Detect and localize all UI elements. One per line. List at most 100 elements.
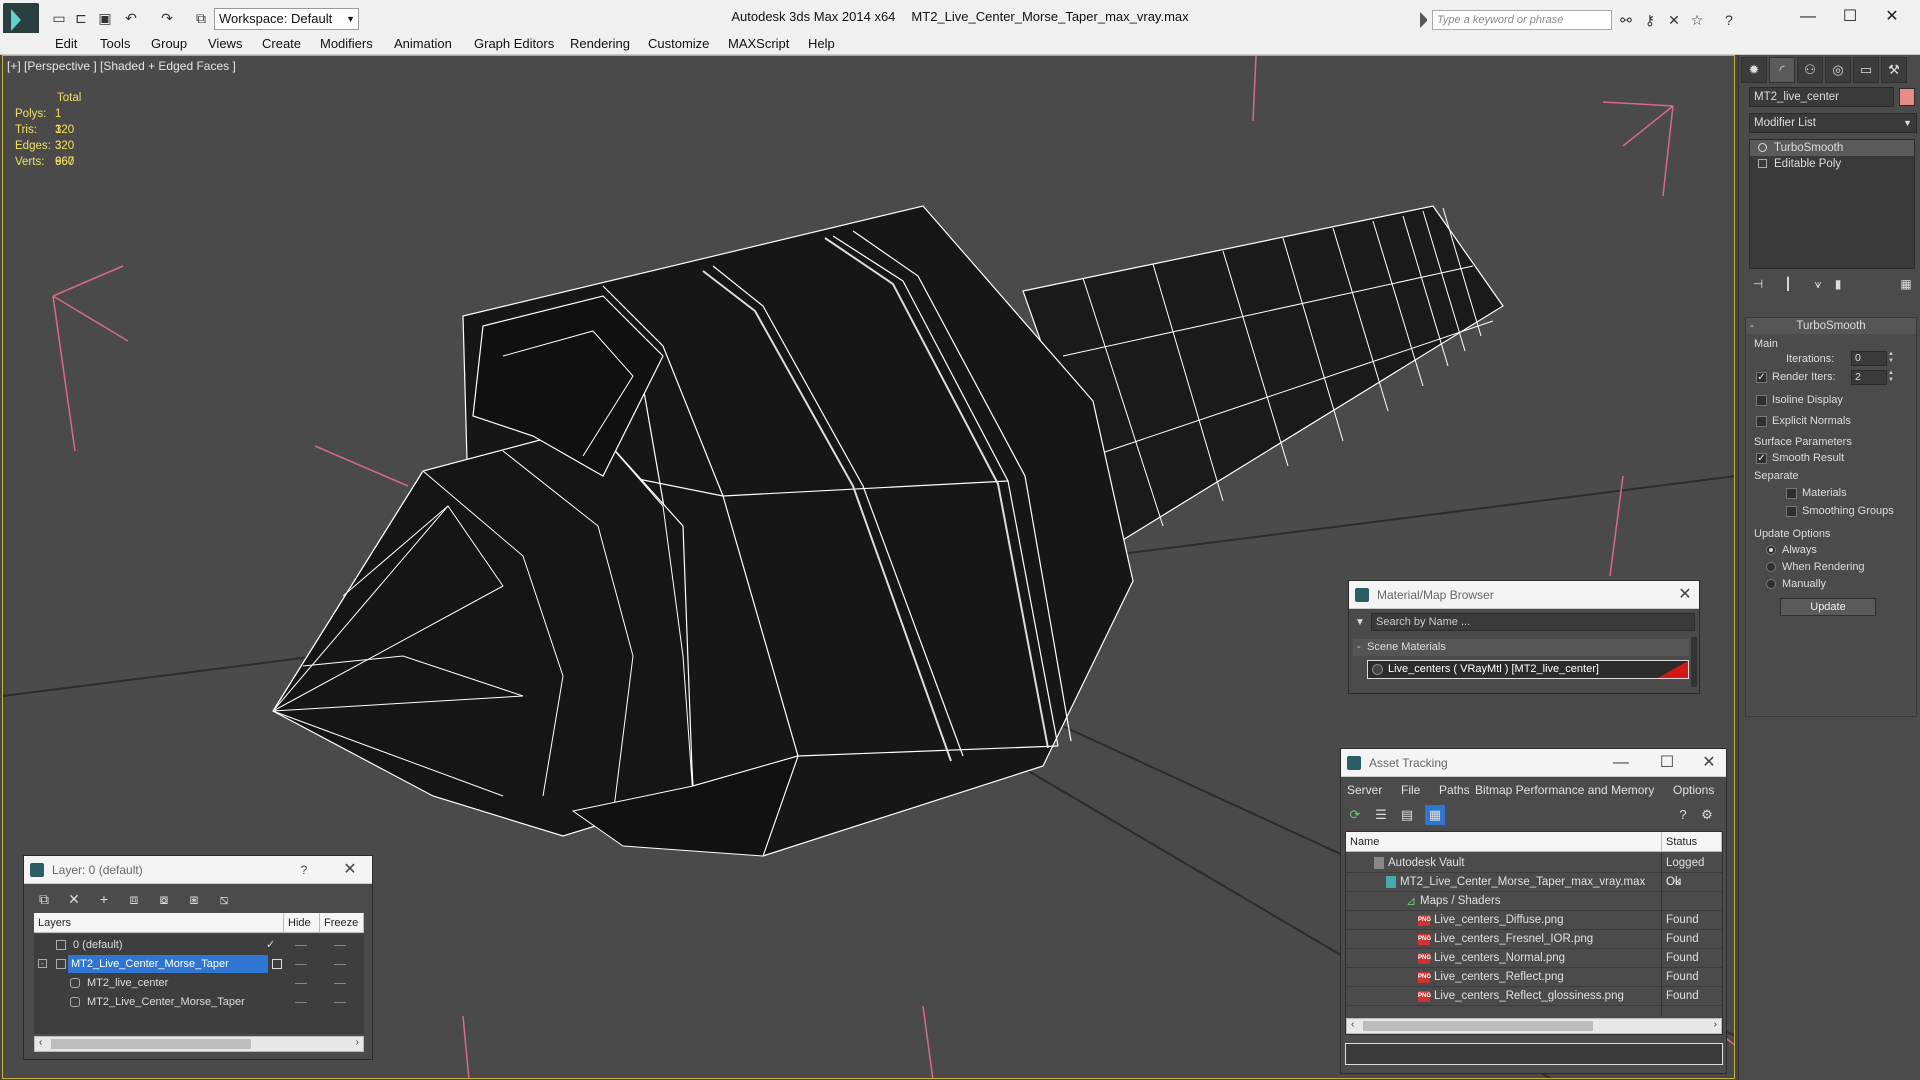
close-icon[interactable]: ✕ — [1675, 581, 1695, 609]
render-iters-checkbox[interactable]: ✓ — [1756, 372, 1767, 383]
rollout-header[interactable]: - TurboSmooth — [1746, 318, 1916, 334]
col-hide[interactable]: Hide — [284, 913, 320, 933]
menu-modifiers[interactable]: Modifiers — [320, 36, 373, 51]
stack-item-editable-poly[interactable]: Editable Poly — [1750, 156, 1914, 172]
maximize-icon[interactable]: ☐ — [1657, 749, 1677, 777]
scroll-left-icon[interactable]: ‹ — [1351, 1019, 1354, 1030]
list-view-icon[interactable]: ☰ — [1371, 805, 1391, 825]
search-input[interactable]: Type a keyword or phrase — [1432, 10, 1612, 30]
menu-graph-editors[interactable]: Graph Editors — [474, 36, 554, 51]
menu-bitmap-performance[interactable]: Bitmap Performance and Memory — [1475, 783, 1654, 797]
hide-toggle[interactable] — [295, 1002, 307, 1003]
material-item[interactable]: Live_centers ( VRayMtl ) [MT2_live_cente… — [1367, 660, 1689, 679]
asset-row[interactable]: Autodesk Vault Logged Ou — [1346, 854, 1722, 888]
update-button[interactable]: Update — [1780, 598, 1876, 616]
menu-maxscript[interactable]: MAXScript — [728, 36, 789, 51]
col-freeze[interactable]: Freeze — [320, 913, 364, 933]
scroll-thumb[interactable] — [51, 1039, 251, 1049]
current-layer-check-icon[interactable]: ✓ — [266, 936, 275, 955]
asset-row[interactable]: PNG Live_centers_Normal.png Found — [1346, 949, 1722, 968]
col-layers[interactable]: Layers — [34, 913, 284, 933]
update-when-rendering-radio[interactable] — [1766, 562, 1776, 572]
menu-options[interactable]: Options — [1673, 783, 1714, 797]
refresh-icon[interactable]: ⟳ — [1345, 805, 1365, 825]
update-manually-radio[interactable] — [1766, 579, 1776, 589]
isoline-display-checkbox[interactable] — [1756, 395, 1767, 406]
make-unique-icon[interactable]: ⩛ — [1809, 275, 1827, 293]
object-color-swatch[interactable] — [1899, 88, 1915, 106]
select-objects-icon[interactable]: ⧈ — [124, 889, 144, 909]
close-icon[interactable]: ✕ — [1699, 749, 1719, 777]
hide-toggle[interactable] — [295, 964, 307, 965]
col-name[interactable]: Name — [1346, 832, 1662, 852]
freeze-toggle[interactable] — [334, 945, 346, 946]
menu-tools[interactable]: Tools — [100, 36, 130, 51]
motion-tab-icon[interactable]: ◎ — [1825, 57, 1851, 83]
set-current-box[interactable] — [272, 959, 282, 969]
menu-animation[interactable]: Animation — [394, 36, 452, 51]
col-status[interactable]: Status — [1662, 832, 1722, 852]
create-layer-icon[interactable]: ⧉ — [34, 889, 54, 909]
stack-item-turbosmooth[interactable]: TurboSmooth — [1750, 140, 1914, 156]
help-icon[interactable]: ? — [1720, 11, 1738, 29]
menu-views[interactable]: Views — [208, 36, 242, 51]
materials-checkbox[interactable] — [1786, 488, 1797, 499]
scroll-right-icon[interactable]: › — [356, 1037, 359, 1048]
highlight-selected-icon[interactable]: ⧇ — [154, 889, 174, 909]
close-icon[interactable]: ✕ — [1872, 6, 1912, 28]
asset-row[interactable]: PNG Live_centers_Reflect_glossiness.png … — [1346, 987, 1722, 1006]
menu-help[interactable]: Help — [808, 36, 835, 51]
scroll-right-icon[interactable]: › — [1714, 1019, 1717, 1030]
asset-path-field[interactable] — [1345, 1043, 1723, 1065]
hide-toggle[interactable] — [295, 945, 307, 946]
create-tab-icon[interactable]: ✹ — [1741, 57, 1767, 83]
hide-all-icon[interactable]: ⧆ — [184, 889, 204, 909]
scroll-left-icon[interactable]: ‹ — [39, 1037, 42, 1048]
menu-file[interactable]: File — [1401, 783, 1420, 797]
settings-icon[interactable]: ⚙ — [1697, 805, 1717, 825]
remove-modifier-icon[interactable]: ▮ — [1829, 275, 1847, 293]
hierarchy-tab-icon[interactable]: ⚇ — [1797, 57, 1823, 83]
menu-server[interactable]: Server — [1347, 783, 1382, 797]
iterations-spinner[interactable]: 0 — [1851, 351, 1887, 366]
filter-icon[interactable]: ▼ — [1355, 617, 1367, 629]
asset-row[interactable]: ⊿ Maps / Shaders — [1346, 892, 1722, 911]
menu-group[interactable]: Group — [151, 36, 187, 51]
update-always-radio[interactable] — [1766, 545, 1776, 555]
help-icon[interactable]: ? — [294, 856, 314, 884]
explicit-normals-checkbox[interactable] — [1756, 416, 1767, 427]
render-iters-spinner[interactable]: 2 — [1851, 370, 1887, 385]
layer-row[interactable]: MT2_Live_Center_Morse_Taper — [34, 993, 364, 1012]
minimize-icon[interactable]: — — [1611, 749, 1631, 777]
search-expand-icon[interactable] — [1420, 12, 1430, 28]
modify-tab-icon[interactable]: ◜ — [1769, 57, 1795, 83]
material-scrollbar[interactable] — [1691, 637, 1697, 687]
asset-row[interactable]: PNG Live_centers_Reflect.png Found — [1346, 968, 1722, 987]
configure-sets-icon[interactable]: ▦ — [1897, 275, 1915, 293]
menu-rendering[interactable]: Rendering — [570, 36, 630, 51]
smooth-result-checkbox[interactable]: ✓ — [1756, 453, 1767, 464]
asset-row[interactable]: PNG Live_centers_Diffuse.png Found — [1346, 911, 1722, 930]
add-to-layer-icon[interactable]: + — [94, 889, 114, 909]
freeze-toggle[interactable] — [334, 983, 346, 984]
close-icon[interactable]: ✕ — [340, 856, 360, 884]
freeze-all-icon[interactable]: ⧅ — [214, 889, 234, 909]
menu-edit[interactable]: Edit — [55, 36, 77, 51]
menu-paths[interactable]: Paths — [1439, 783, 1470, 797]
maximize-icon[interactable]: ☐ — [1830, 6, 1870, 28]
asset-h-scrollbar[interactable]: ‹ › — [1346, 1018, 1722, 1034]
asset-row[interactable]: MT2_Live_Center_Morse_Taper_max_vray.max… — [1346, 873, 1722, 892]
modifier-list-dropdown[interactable]: Modifier List ▼ — [1749, 113, 1917, 133]
pin-stack-icon[interactable]: ⊣ — [1749, 275, 1767, 293]
object-name-field[interactable]: MT2_live_center — [1749, 87, 1894, 107]
freeze-toggle[interactable] — [334, 964, 346, 965]
viewport-label[interactable]: [+] [Perspective ] [Shaded + Edged Faces… — [7, 59, 236, 73]
star-icon[interactable]: ☆ — [1688, 11, 1706, 29]
help-icon[interactable]: ? — [1673, 805, 1693, 825]
material-search-input[interactable]: Search by Name ... — [1371, 613, 1695, 631]
menu-create[interactable]: Create — [262, 36, 301, 51]
table-view-icon[interactable]: ▤ — [1397, 805, 1417, 825]
binoculars-icon[interactable]: ⚯ — [1617, 11, 1635, 29]
minimize-icon[interactable]: — — [1788, 6, 1828, 28]
expand-icon[interactable]: - — [38, 959, 47, 968]
